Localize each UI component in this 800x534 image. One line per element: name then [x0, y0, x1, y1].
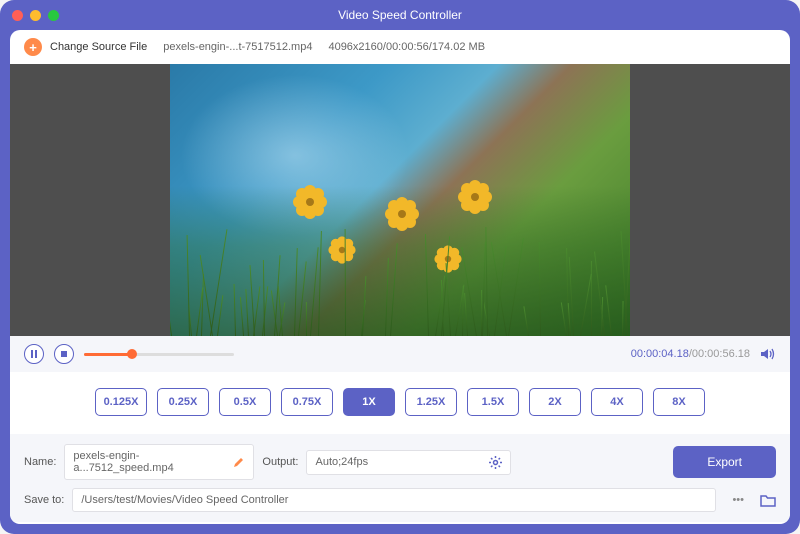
speed-button-0.25x[interactable]: 0.25X: [157, 388, 209, 416]
change-source-label: Change Source File: [50, 41, 147, 53]
speed-button-8x[interactable]: 8X: [653, 388, 705, 416]
time-display: 00:00:04.18/00:00:56.18: [631, 348, 750, 360]
time-total: /00:00:56.18: [689, 348, 750, 360]
content-area: + Change Source File pexels-engin-...t-7…: [10, 30, 790, 524]
saveto-label: Save to:: [24, 494, 64, 506]
export-button[interactable]: Export: [673, 446, 776, 478]
saveto-value: /Users/test/Movies/Video Speed Controlle…: [81, 494, 288, 506]
time-current: 00:00:04.18: [631, 348, 689, 360]
speed-button-1x[interactable]: 1X: [343, 388, 395, 416]
speed-button-0.5x[interactable]: 0.5X: [219, 388, 271, 416]
progress-slider[interactable]: [84, 353, 234, 356]
output-value: Auto;24fps: [315, 456, 368, 468]
name-value: pexels-engin-a...7512_speed.mp4: [73, 450, 233, 474]
titlebar: Video Speed Controller: [0, 0, 800, 30]
speed-button-1.25x[interactable]: 1.25X: [405, 388, 457, 416]
speed-button-0.125x[interactable]: 0.125X: [95, 388, 147, 416]
volume-icon[interactable]: [760, 347, 776, 361]
window-title: Video Speed Controller: [0, 8, 800, 22]
output-field[interactable]: Auto;24fps: [306, 450, 511, 475]
slider-thumb[interactable]: [127, 349, 137, 359]
source-filename: pexels-engin-...t-7517512.mp4: [163, 41, 312, 53]
name-field[interactable]: pexels-engin-a...7512_speed.mp4: [64, 444, 254, 480]
speed-button-1.5x[interactable]: 1.5X: [467, 388, 519, 416]
plus-icon: +: [24, 38, 42, 56]
open-folder-icon[interactable]: [760, 494, 776, 507]
video-preview[interactable]: [170, 64, 630, 336]
pause-button[interactable]: [24, 344, 44, 364]
source-metadata: 4096x2160/00:00:56/174.02 MB: [328, 41, 485, 53]
output-label: Output:: [262, 456, 298, 468]
name-label: Name:: [24, 456, 56, 468]
source-bar: + Change Source File pexels-engin-...t-7…: [10, 30, 790, 64]
speed-options: 0.125X 0.25X 0.5X 0.75X 1X 1.25X 1.5X 2X 4X 8X: [10, 372, 790, 434]
app-window: Video Speed Controller + Change Source F…: [0, 0, 800, 534]
saveto-more-icon[interactable]: •••: [724, 494, 752, 506]
output-settings-icon[interactable]: [489, 456, 502, 469]
speed-button-2x[interactable]: 2X: [529, 388, 581, 416]
speed-button-0.75x[interactable]: 0.75X: [281, 388, 333, 416]
stop-button[interactable]: [54, 344, 74, 364]
output-panel: Name: pexels-engin-a...7512_speed.mp4 Ou…: [10, 434, 790, 522]
change-source-button[interactable]: + Change Source File: [24, 38, 147, 56]
saveto-field[interactable]: /Users/test/Movies/Video Speed Controlle…: [72, 488, 716, 512]
speed-button-4x[interactable]: 4X: [591, 388, 643, 416]
edit-name-icon[interactable]: [233, 456, 245, 468]
video-preview-area: [10, 64, 790, 336]
playback-bar: 00:00:04.18/00:00:56.18: [10, 336, 790, 372]
